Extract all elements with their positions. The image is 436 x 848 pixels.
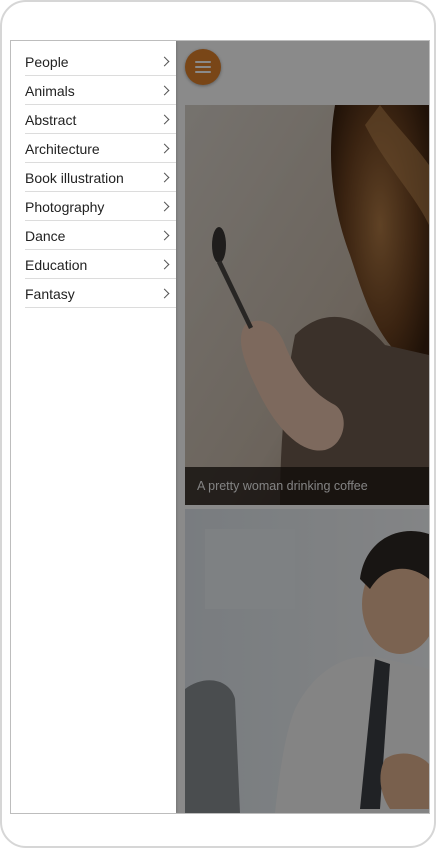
category-item-photography[interactable]: Photography	[25, 192, 176, 221]
category-label: Abstract	[25, 112, 77, 128]
category-label: Animals	[25, 83, 75, 99]
chevron-right-icon	[159, 172, 170, 183]
device-frame: A pretty woman drinking coffee People An…	[0, 0, 436, 848]
category-label: Fantasy	[25, 286, 75, 302]
category-label: Dance	[25, 228, 66, 244]
screen: A pretty woman drinking coffee People An…	[10, 40, 430, 814]
chevron-right-icon	[159, 230, 170, 241]
category-item-dance[interactable]: Dance	[25, 221, 176, 250]
category-item-animals[interactable]: Animals	[25, 76, 176, 105]
chevron-right-icon	[159, 201, 170, 212]
category-label: Education	[25, 257, 88, 273]
chevron-right-icon	[159, 288, 170, 299]
category-item-architecture[interactable]: Architecture	[25, 134, 176, 163]
category-item-book-illustration[interactable]: Book illustration	[25, 163, 176, 192]
chevron-right-icon	[159, 114, 170, 125]
category-item-education[interactable]: Education	[25, 250, 176, 279]
category-label: Architecture	[25, 141, 100, 157]
chevron-right-icon	[159, 143, 170, 154]
category-item-abstract[interactable]: Abstract	[25, 105, 176, 134]
chevron-right-icon	[159, 85, 170, 96]
category-drawer: People Animals Abstract Architecture Boo…	[11, 41, 176, 813]
category-label: People	[25, 54, 69, 70]
category-label: Book illustration	[25, 170, 124, 186]
chevron-right-icon	[159, 56, 170, 67]
category-list: People Animals Abstract Architecture Boo…	[11, 41, 176, 308]
category-label: Photography	[25, 199, 105, 215]
category-item-people[interactable]: People	[25, 47, 176, 76]
chevron-right-icon	[159, 259, 170, 270]
category-item-fantasy[interactable]: Fantasy	[25, 279, 176, 308]
